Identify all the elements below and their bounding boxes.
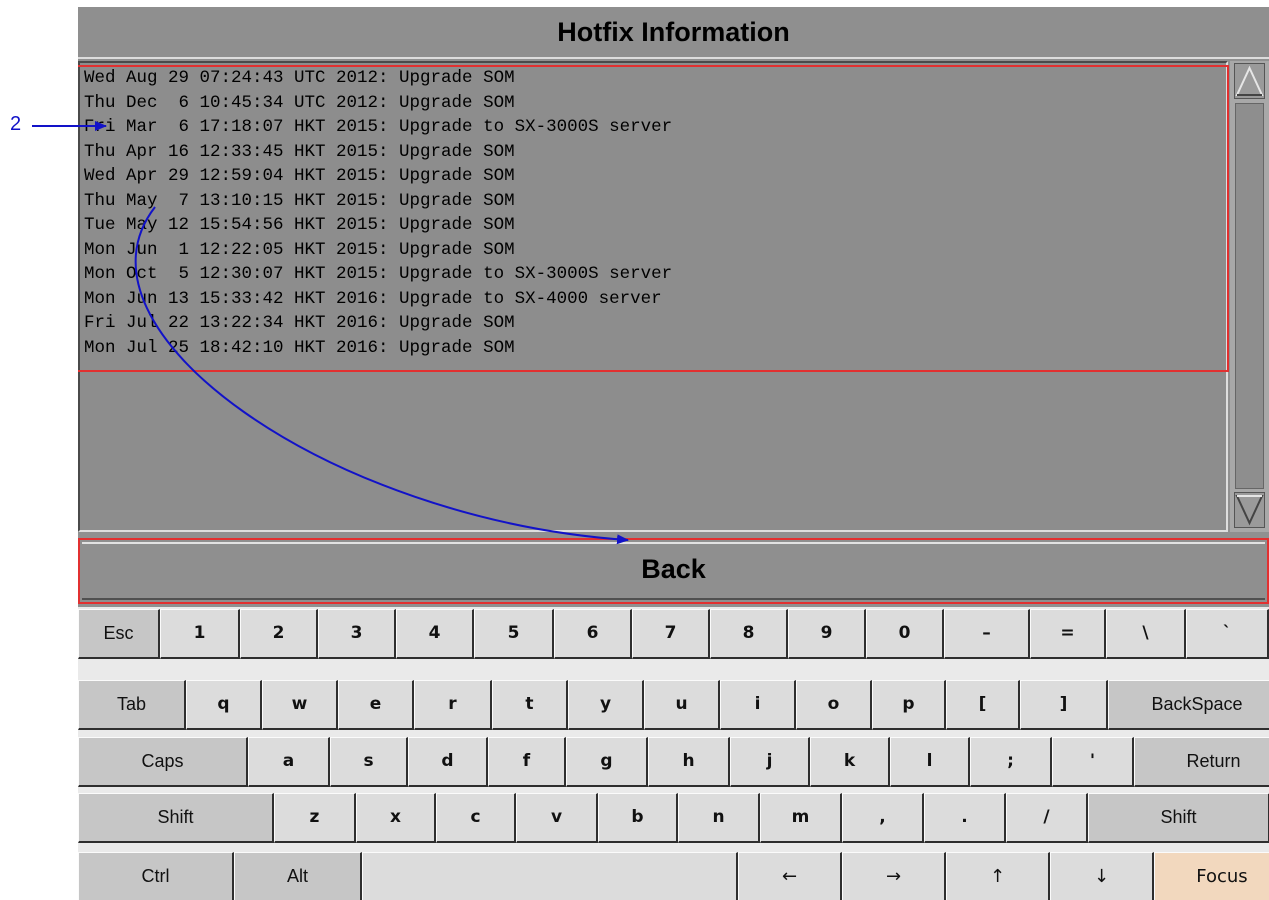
keyboard-row: Tab q w e r t y u i o p[] BackSpace xyxy=(78,678,1269,732)
key-r[interactable]: r xyxy=(414,680,492,730)
log-line: Mon Jun 13 15:33:42 HKT 2016: Upgrade to… xyxy=(84,288,662,309)
key-shift-left[interactable]: Shift xyxy=(78,793,274,843)
hotfix-log-panel[interactable]: Wed Aug 29 07:24:43 UTC 2012: Upgrade SO… xyxy=(78,61,1228,532)
key-7[interactable]: 7 xyxy=(632,609,710,659)
key-o[interactable]: o xyxy=(796,680,872,730)
key-j[interactable]: j xyxy=(730,737,810,787)
key-focus[interactable]: Focus xyxy=(1154,852,1269,900)
key-z[interactable]: z xyxy=(274,793,356,843)
key-g[interactable]: g xyxy=(566,737,648,787)
key-v[interactable]: v xyxy=(516,793,598,843)
back-button[interactable]: Back xyxy=(78,538,1269,604)
log-scrollbar[interactable] xyxy=(1230,61,1269,532)
log-line: Fri Jul 22 13:22:34 HKT 2016: Upgrade SO… xyxy=(84,313,515,333)
key-tab[interactable]: Tab xyxy=(78,680,186,730)
log-line: Mon Jul 25 18:42:10 HKT 2016: Upgrade SO… xyxy=(84,337,515,358)
key-d[interactable]: d xyxy=(408,737,488,787)
keyboard-row: Esc 1 2 3 4 5 6 7 8 9 0– = \ ` xyxy=(78,607,1269,661)
key-0[interactable]: 0 xyxy=(866,609,944,659)
key-arrow-right[interactable]: → xyxy=(842,852,946,900)
key-slash[interactable]: / xyxy=(1006,793,1088,843)
log-line: Wed Apr 29 12:59:04 HKT 2015: Upgrade SO… xyxy=(84,166,515,186)
key-comma[interactable]: , xyxy=(842,793,924,843)
page-title: Hotfix Information xyxy=(78,7,1269,59)
log-line: Tue May 12 15:54:56 HKT 2015: Upgrade SO… xyxy=(84,215,515,235)
key-q[interactable]: q xyxy=(186,680,262,730)
key-backslash[interactable]: \ xyxy=(1106,609,1186,659)
keyboard-row: Ctrl Alt ← → ↑ ↓ Focus xyxy=(78,850,1269,900)
key-w[interactable]: w xyxy=(262,680,338,730)
scroll-down-arrow-icon xyxy=(1235,495,1264,526)
scroll-down-button[interactable] xyxy=(1234,492,1265,528)
log-line: Mon Jun 1 12:22:05 HKT 2015: Upgrade SOM xyxy=(84,239,515,260)
key-return[interactable]: Return xyxy=(1134,737,1269,787)
key-ctrl[interactable]: Ctrl xyxy=(78,852,234,900)
keyboard-row: Shift z x c v b n m,. / Shift xyxy=(78,791,1269,845)
key-caps[interactable]: Caps xyxy=(78,737,248,787)
key-arrow-left[interactable]: ← xyxy=(738,852,842,900)
key-f[interactable]: f xyxy=(488,737,566,787)
log-line: Wed Aug 29 07:24:43 UTC 2012: Upgrade SO… xyxy=(84,68,515,88)
log-line: Thu May 7 13:10:15 HKT 2015: Upgrade SOM xyxy=(84,190,515,211)
key-right-bracket[interactable]: ] xyxy=(1020,680,1108,730)
key-4[interactable]: 4 xyxy=(396,609,474,659)
keyboard-row: Caps a s d f g h j k l; ' Return xyxy=(78,735,1269,789)
key-s[interactable]: s xyxy=(330,737,408,787)
key-6[interactable]: 6 xyxy=(554,609,632,659)
key-semicolon[interactable]: ; xyxy=(970,737,1052,787)
log-line: Mon Oct 5 12:30:07 HKT 2015: Upgrade to … xyxy=(84,264,673,284)
key-b[interactable]: b xyxy=(598,793,678,843)
on-screen-keyboard: Esc 1 2 3 4 5 6 7 8 9 0– = \ ` Tab q w e r t y u i o p[] BackSpac… xyxy=(78,607,1269,900)
key-9[interactable]: 9 xyxy=(788,609,866,659)
key-apostrophe[interactable]: ' xyxy=(1052,737,1134,787)
key-esc[interactable]: Esc xyxy=(78,609,160,659)
scroll-track[interactable] xyxy=(1235,103,1264,489)
key-p[interactable]: p xyxy=(872,680,946,730)
key-space[interactable] xyxy=(362,852,738,900)
key-i[interactable]: i xyxy=(720,680,796,730)
log-line: Thu Apr 16 12:33:45 HKT 2015: Upgrade SO… xyxy=(84,141,515,162)
key-period[interactable]: . xyxy=(924,793,1006,843)
key-5[interactable]: 5 xyxy=(474,609,554,659)
key-y[interactable]: y xyxy=(568,680,644,730)
log-line: Fri Mar 6 17:18:07 HKT 2015: Upgrade to … xyxy=(84,117,673,137)
key-minus[interactable]: – xyxy=(944,609,1030,659)
key-1[interactable]: 1 xyxy=(160,609,240,659)
key-t[interactable]: t xyxy=(492,680,568,730)
key-shift-right[interactable]: Shift xyxy=(1088,793,1269,843)
callout-number-label: 2 xyxy=(10,113,22,135)
key-n[interactable]: n xyxy=(678,793,760,843)
key-h[interactable]: h xyxy=(648,737,730,787)
key-arrow-down[interactable]: ↓ xyxy=(1050,852,1154,900)
key-m[interactable]: m xyxy=(760,793,842,843)
key-3[interactable]: 3 xyxy=(318,609,396,659)
log-line: Thu Dec 6 10:45:34 UTC 2012: Upgrade SOM xyxy=(84,92,515,113)
key-u[interactable]: u xyxy=(644,680,720,730)
key-2[interactable]: 2 xyxy=(240,609,318,659)
scroll-up-arrow-icon xyxy=(1235,65,1264,96)
key-8[interactable]: 8 xyxy=(710,609,788,659)
hotfix-log-list: Wed Aug 29 07:24:43 UTC 2012: Upgrade SO… xyxy=(84,66,672,360)
back-button-label: Back xyxy=(641,554,706,584)
key-x[interactable]: x xyxy=(356,793,436,843)
hotfix-screen: Hotfix Information Wed Aug 29 07:24:43 U… xyxy=(78,7,1269,900)
key-backspace[interactable]: BackSpace xyxy=(1108,680,1269,730)
scroll-up-button[interactable] xyxy=(1234,63,1265,99)
key-equals[interactable]: = xyxy=(1030,609,1106,659)
key-a[interactable]: a xyxy=(248,737,330,787)
key-arrow-up[interactable]: ↑ xyxy=(946,852,1050,900)
key-c[interactable]: c xyxy=(436,793,516,843)
key-l[interactable]: l xyxy=(890,737,970,787)
key-e[interactable]: e xyxy=(338,680,414,730)
key-backtick[interactable]: ` xyxy=(1186,609,1269,659)
key-left-bracket[interactable]: [ xyxy=(946,680,1020,730)
key-k[interactable]: k xyxy=(810,737,890,787)
key-alt[interactable]: Alt xyxy=(234,852,362,900)
